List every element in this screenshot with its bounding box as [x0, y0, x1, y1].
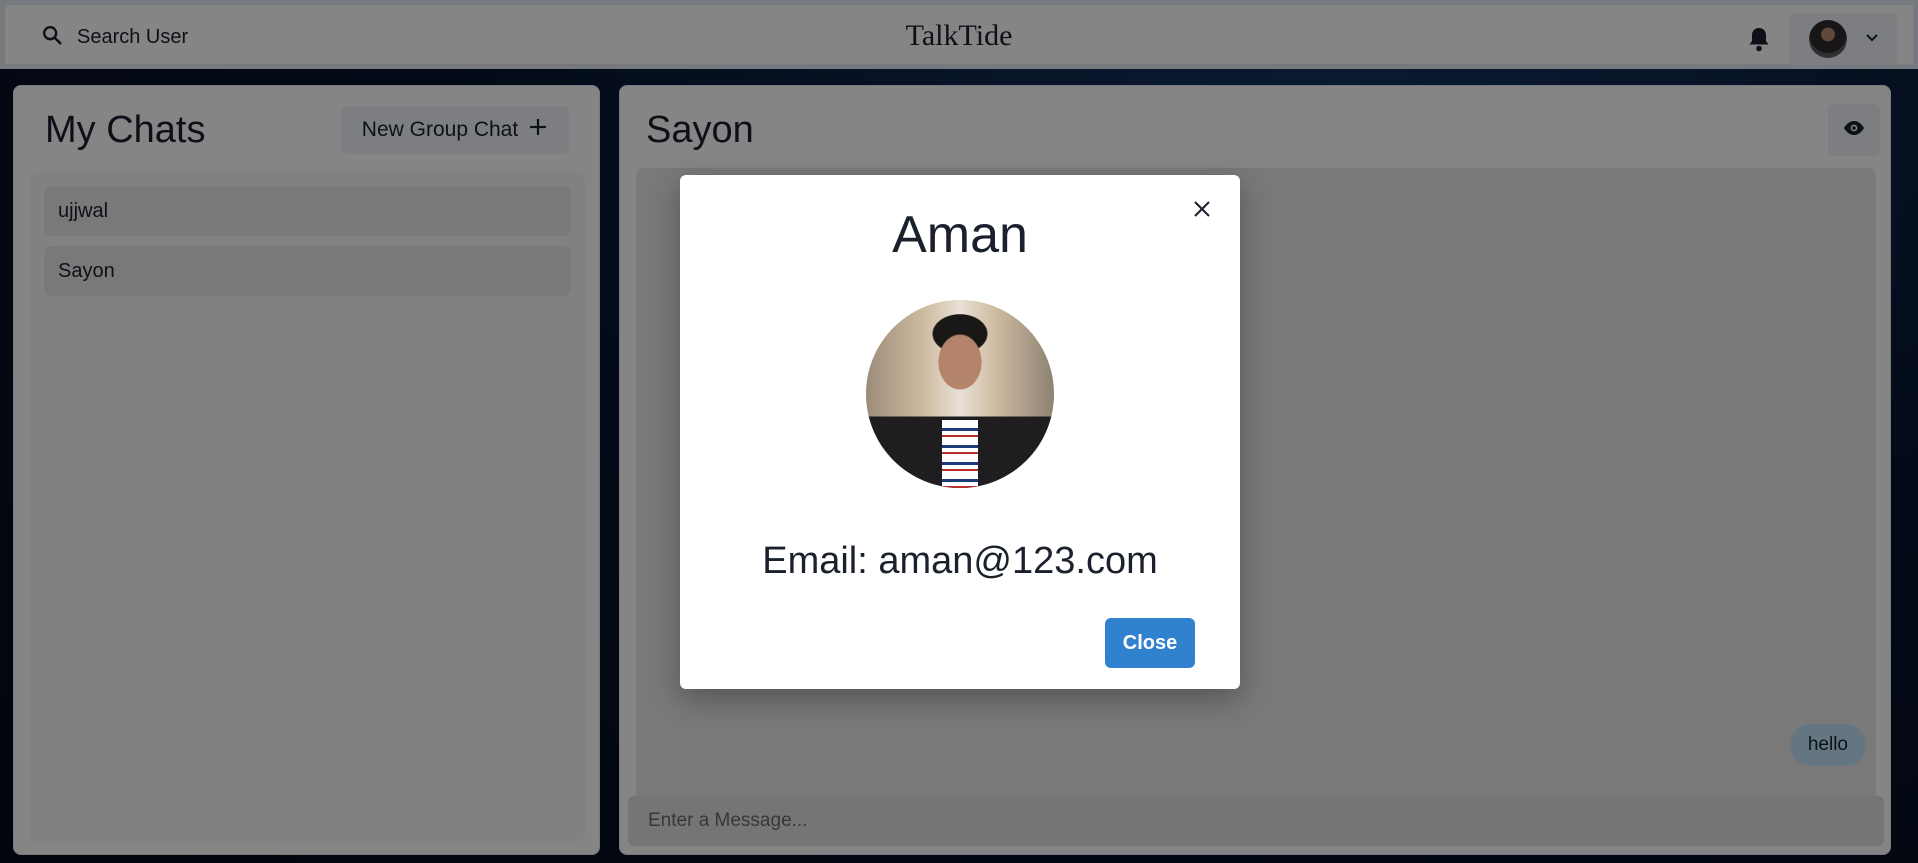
profile-modal: Aman Email: aman@123.com Close — [680, 175, 1240, 689]
close-button[interactable]: Close — [1105, 618, 1195, 668]
app-root: Search User TalkTide My Chats New Group … — [0, 0, 1918, 863]
profile-photo — [866, 300, 1054, 488]
profile-email: Email: aman@123.com — [762, 540, 1158, 582]
profile-name: Aman — [892, 206, 1028, 264]
profile-photo-shirt — [942, 420, 978, 488]
